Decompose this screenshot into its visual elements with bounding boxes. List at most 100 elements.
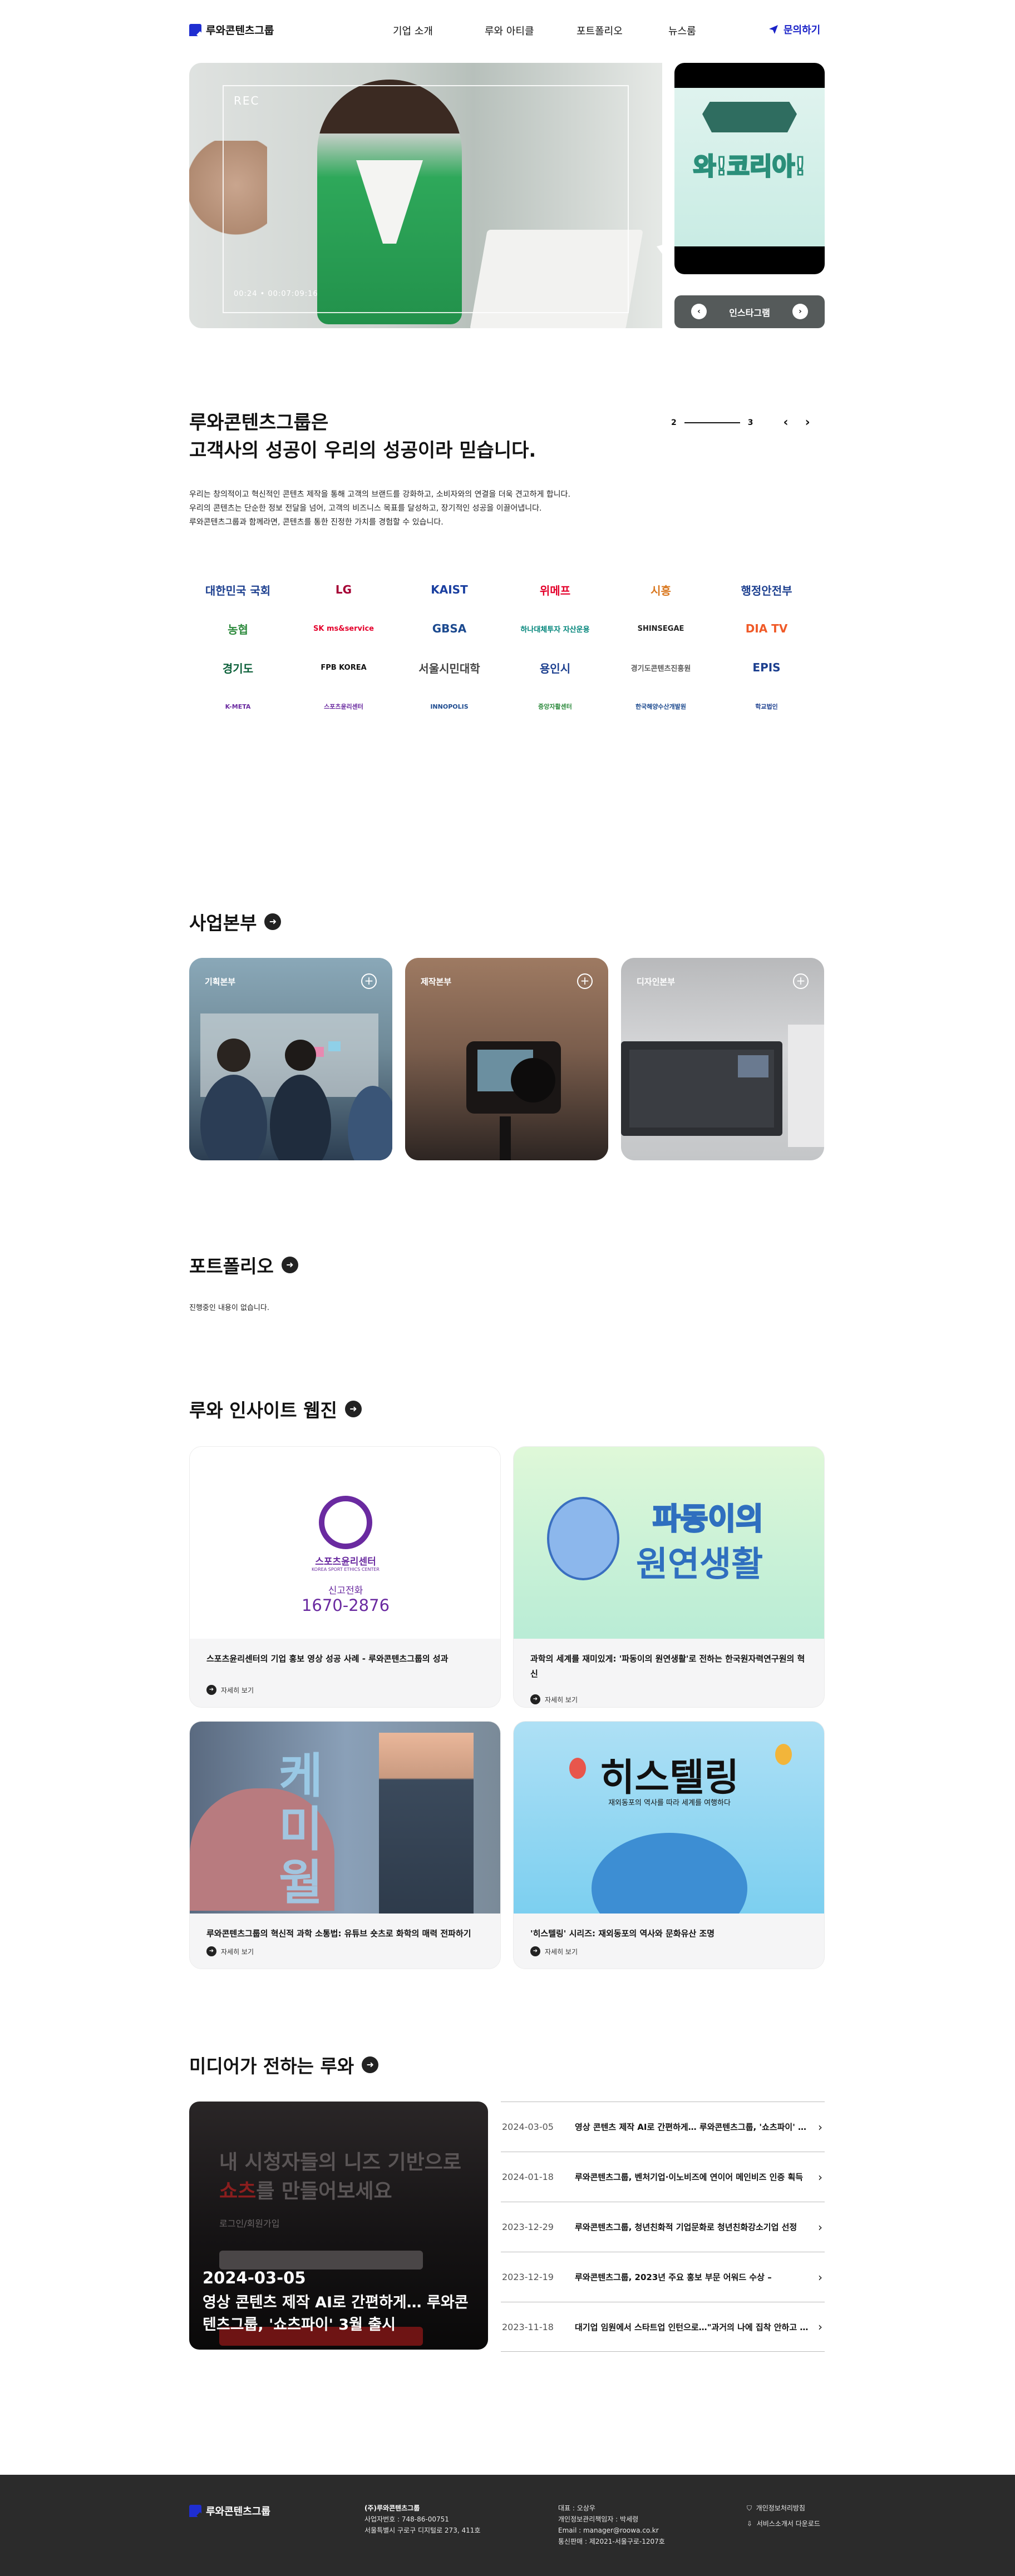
- client-logo: SHINSEGAE: [637, 624, 684, 633]
- hero-video[interactable]: REC 00:24 • 00:07:09:16: [189, 63, 662, 328]
- client-logo: INNOPOLIS: [430, 703, 469, 710]
- pager-progress: [684, 422, 740, 423]
- item-date: 2024-03-05: [502, 2122, 554, 2132]
- arrow-right-icon[interactable]: ➜: [281, 1257, 298, 1273]
- read-more-link[interactable]: ➜ 자세히 보기: [530, 1694, 578, 1704]
- client-logo: 농협: [228, 622, 248, 636]
- contact-button[interactable]: 문의하기: [768, 22, 820, 37]
- card2-title-a: 파동이의: [652, 1501, 765, 1537]
- client-logo: 학교법인: [755, 703, 778, 710]
- featured-bg-input: [219, 2251, 423, 2270]
- instagram-thumbnail-title: 와!코리아!: [692, 152, 806, 182]
- media-list-item[interactable]: 2023-12-19 루와콘텐츠그룹, 2023년 주요 홍보 부문 어워드 수상…: [501, 2252, 825, 2302]
- client-logo: 대한민국 국회: [205, 584, 271, 597]
- footer-ceo: 대표 : 오상우: [558, 2504, 595, 2512]
- media-featured[interactable]: 내 시청자들의 니즈 기반으로 쇼츠를 만들어보세요 로그인/회원가입 2024…: [189, 2102, 488, 2350]
- portfolio-empty: 진행중인 내용이 없습니다.: [189, 1304, 269, 1312]
- item-title: 영상 콘텐츠 제작 AI로 간편하게… 루와콘텐츠그룹, '쇼츠파이' 3월 출…: [575, 2122, 825, 2132]
- plus-icon[interactable]: +: [793, 973, 809, 989]
- insight-card-caption: 루와콘텐츠그룹의 혁신적 과학 소통법: 유튜브 숏츠로 화학의 매력 전파하기: [206, 1929, 471, 1939]
- about-line: 우리는 창의적이고 혁신적인 콘텐츠 제작을 통해 고객의 브랜드를 강화하고,…: [189, 490, 570, 499]
- shield-icon: ⛉: [747, 2504, 752, 2512]
- logo[interactable]: 루와콘텐츠그룹: [189, 22, 274, 37]
- arrow-right-icon[interactable]: ➜: [264, 913, 282, 930]
- client-logo: 스포츠윤리센터: [324, 703, 363, 710]
- item-title: 루와콘텐츠그룹, 청년친화적 기업문화로 청년친화강소기업 선정: [575, 2222, 797, 2232]
- read-more-link[interactable]: ➜ 자세히 보기: [206, 1685, 254, 1695]
- site-header: 루와콘텐츠그룹 기업 소개 루와 아티클 포트폴리오 뉴스룸 문의하기: [0, 0, 1015, 61]
- instagram-next-button[interactable]: ›: [792, 304, 808, 319]
- insight-card[interactable]: 파동이의 원연생활 과학의 세계를 재미있게: '파동이의 원연생활'로 전하는…: [513, 1446, 825, 1708]
- about-title: 루와콘텐츠그룹은 고객사의 성공이 우리의 성공이라 믿습니다.: [189, 409, 536, 464]
- insight-title[interactable]: 루와 인사이트 웹진 ➜: [189, 1396, 362, 1422]
- read-more-link[interactable]: ➜ 자세히 보기: [206, 1946, 254, 1956]
- arrow-right-icon[interactable]: ➜: [344, 1401, 362, 1417]
- ethics-center-logo-icon: [319, 1496, 372, 1549]
- insight-card[interactable]: 케미 월드 루와콘텐츠그룹의 혁신적 과학 소통법: 유튜브 숏츠로 화학의 매…: [189, 1721, 501, 1969]
- about-line: 루와콘텐츠그룹과 함께라면, 콘텐츠를 통한 진정한 가치를 경험할 수 있습니…: [189, 518, 444, 527]
- read-more-label: 자세히 보기: [221, 1947, 254, 1956]
- instagram-preview[interactable]: 와!코리아!: [674, 63, 825, 274]
- brochure-link-label: 서비스소개서 다운로드: [756, 2520, 820, 2528]
- insight-card-caption: '히스텔링' 시리즈: 재외동포의 역사와 문화유산 조명: [530, 1929, 715, 1939]
- plus-icon[interactable]: +: [361, 973, 377, 989]
- privacy-link[interactable]: ⛉ 개인정보처리방침: [747, 2503, 820, 2514]
- client-logo: FPB KOREA: [321, 663, 367, 672]
- client-logo: 중앙자활센터: [538, 703, 572, 710]
- insight-card-image: 스포츠윤리센터 KOREA SPORT ETHICS CENTER 신고전화 1…: [190, 1447, 500, 1639]
- divisions-title[interactable]: 사업본부 ➜: [189, 908, 282, 935]
- media-list-item[interactable]: 2023-11-18 대기업 임원에서 스타트업 인턴으로…"과거의 나에 집착 …: [501, 2302, 825, 2352]
- footer-company-info: (주)루와콘텐츠그룹 사업자번호 : 748-86-00751 서울특별시 구로…: [364, 2503, 480, 2536]
- logo-text: 루와콘텐츠그룹: [206, 24, 274, 37]
- media-list-item[interactable]: 2024-01-18 루와콘텐츠그룹, 벤처기업·이노비즈에 연이어 메인비즈 인…: [501, 2152, 825, 2202]
- about-pager: 2 3 ‹ ›: [671, 416, 810, 429]
- plus-icon[interactable]: +: [577, 973, 593, 989]
- insight-card[interactable]: 히스텔링 재외동포의 역사를 따라 세계를 여행하다 '히스텔링' 시리즈: 재…: [513, 1721, 825, 1969]
- gate-illustration: [702, 102, 797, 132]
- portfolio-title[interactable]: 포트폴리오 ➜: [189, 1252, 298, 1278]
- client-logo: K-META: [225, 703, 251, 710]
- media-list-item[interactable]: 2023-12-29 루와콘텐츠그룹, 청년친화적 기업문화로 청년친화강소기업 …: [501, 2202, 825, 2252]
- insight-card-image: 파동이의 원연생활: [514, 1447, 824, 1639]
- insight-card-image: 케미 월드: [190, 1722, 500, 1914]
- media-title-text: 미디어가 전하는 루와: [189, 2055, 354, 2077]
- nav-newsroom[interactable]: 뉴스룸: [668, 23, 724, 38]
- chevron-right-icon: ›: [818, 2170, 822, 2184]
- pager-total: 3: [747, 418, 753, 427]
- nav-company[interactable]: 기업 소개: [393, 23, 485, 38]
- card4-sub: 재외동포의 역사를 따라 세계를 여행하다: [608, 1799, 731, 1807]
- read-more-link[interactable]: ➜ 자세히 보기: [530, 1946, 578, 1956]
- nav-portfolio[interactable]: 포트폴리오: [577, 23, 668, 38]
- footer-links: ⛉ 개인정보처리방침 ⇩ 서비스소개서 다운로드: [747, 2503, 820, 2529]
- featured-bg-rest: 를 만들어보세요: [256, 2180, 392, 2203]
- division-card-production[interactable]: 제작본부 +: [405, 958, 608, 1160]
- featured-bg-red: 쇼츠: [219, 2180, 257, 2203]
- client-logo: 한국해양수산개발원: [635, 703, 687, 710]
- media-list-item[interactable]: 2024-03-05 영상 콘텐츠 제작 AI로 간편하게… 루와콘텐츠그룹, '…: [501, 2102, 825, 2152]
- division-title: 기획본부: [205, 977, 236, 987]
- insight-card-caption: 스포츠윤리센터의 기업 홍보 영상 성공 사례 - 루와콘텐츠그룹의 성과: [206, 1654, 449, 1664]
- media-title[interactable]: 미디어가 전하는 루와 ➜: [189, 2051, 379, 2078]
- featured-bg-line1: 내 시청자들의 니즈 기반으로: [219, 2151, 462, 2174]
- item-title: 대기업 임원에서 스타트업 인턴으로…"과거의 나에 집착 안하고 도전": [575, 2322, 820, 2332]
- footer-sales-no: 통신판매 : 제2021-서울구로-1207호: [558, 2538, 665, 2545]
- insight-card-caption: 과학의 세계를 재미있게: '파동이의 원연생활'로 전하는 한국원자력연구원의…: [530, 1654, 805, 1679]
- ethics-center-sub: KOREA SPORT ETHICS CENTER: [312, 1567, 380, 1572]
- division-card-design[interactable]: 디자인본부 +: [621, 958, 824, 1160]
- item-title: 루와콘텐츠그룹, 벤처기업·이노비즈에 연이어 메인비즈 인증 획득: [575, 2172, 804, 2182]
- nav-article[interactable]: 루와 아티클: [485, 23, 577, 38]
- footer-biz-no: 사업자번호 : 748-86-00751: [364, 2515, 449, 2523]
- brochure-download-link[interactable]: ⇩ 서비스소개서 다운로드: [747, 2518, 820, 2529]
- insight-card[interactable]: 스포츠윤리센터 KOREA SPORT ETHICS CENTER 신고전화 1…: [189, 1446, 501, 1708]
- division-card-planning[interactable]: 기획본부 +: [189, 958, 392, 1160]
- arrow-right-icon[interactable]: ➜: [362, 2056, 379, 2073]
- footer-logo[interactable]: 루와콘텐츠그룹: [189, 2504, 270, 2518]
- pager-prev-icon[interactable]: ‹: [784, 416, 789, 429]
- featured-bg-line2: 쇼츠를 만들어보세요: [219, 2175, 392, 2204]
- about-paragraph: 우리는 창의적이고 혁신적인 콘텐츠 제작을 통해 고객의 브랜드를 강화하고,…: [189, 488, 570, 530]
- division-title: 제작본부: [421, 977, 452, 987]
- pager-next-icon[interactable]: ›: [805, 416, 810, 429]
- client-logo: KAIST: [431, 583, 468, 596]
- logo-mark-icon: [189, 23, 201, 36]
- read-more-label: 자세히 보기: [545, 1947, 578, 1956]
